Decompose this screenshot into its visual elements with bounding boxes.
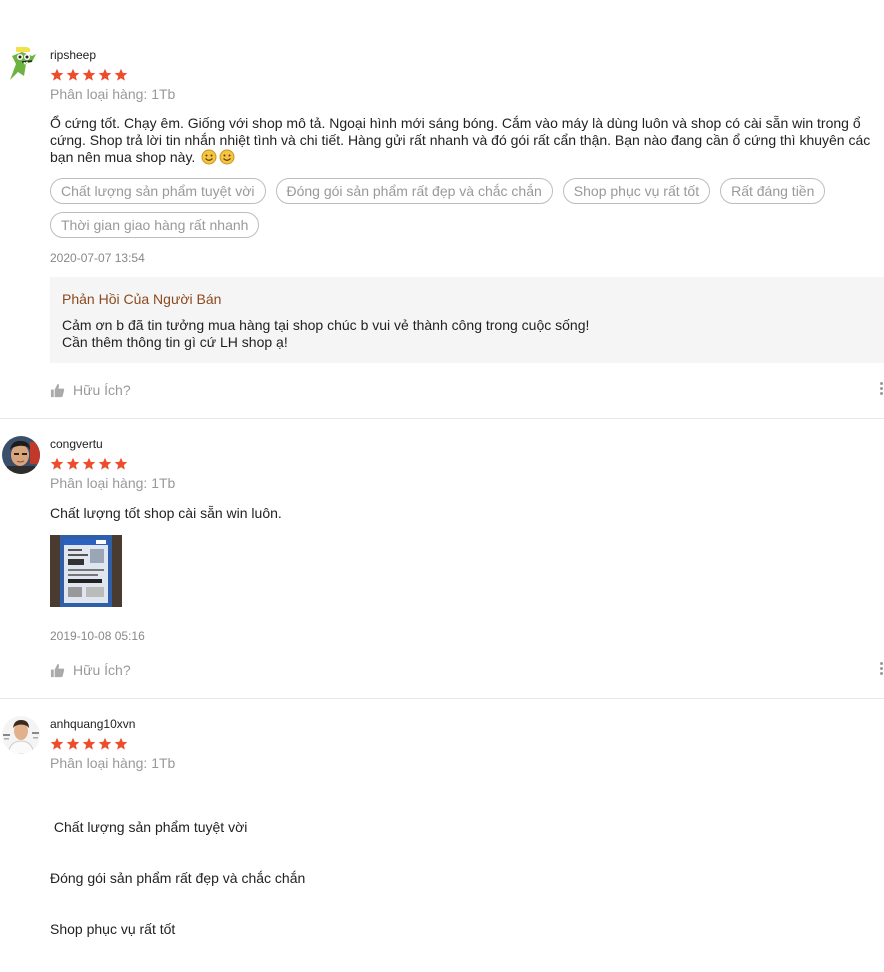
star-icon: [50, 68, 64, 81]
review-content-line: Shop phục vụ rất tốt: [50, 921, 176, 937]
variation-label: Phân loại hàng: 1Tb: [50, 86, 176, 102]
rating-stars: [50, 457, 128, 471]
kebab-menu-icon[interactable]: [878, 382, 884, 397]
thumbs-up-icon: [50, 663, 65, 677]
star-icon: [98, 457, 112, 470]
star-icon: [98, 68, 112, 81]
rating-stars: [50, 68, 128, 82]
review-divider: [0, 418, 884, 419]
variation-label: Phân loại hàng: 1Tb: [50, 475, 176, 491]
kebab-menu-icon[interactable]: [878, 662, 884, 677]
smiley-emoji-icon: [219, 149, 235, 165]
review-photo[interactable]: [50, 535, 122, 607]
review-date: 2020-07-07 13:54: [50, 251, 145, 265]
star-icon: [50, 737, 64, 750]
helpful-label: Hữu Ích?: [73, 382, 131, 398]
star-icon: [114, 457, 128, 470]
star-icon: [66, 68, 80, 81]
review-tag: Chất lượng sản phẩm tuyệt vời: [50, 178, 266, 204]
seller-reply-line: Cảm ơn b đã tin tưởng mua hàng tại shop …: [62, 317, 590, 333]
review-tag: Rất đáng tiền: [720, 178, 826, 204]
variation-label: Phân loại hàng: 1Tb: [50, 755, 176, 771]
review-text: Ổ cứng tốt. Chạy êm. Giống với shop mô t…: [50, 115, 871, 165]
review-username[interactable]: anhquang10xvn: [50, 717, 135, 731]
star-icon: [98, 737, 112, 750]
review-content: Ổ cứng tốt. Chạy êm. Giống với shop mô t…: [50, 115, 880, 166]
review-content: Chất lượng tốt shop cài sẵn win luôn.: [50, 505, 282, 521]
review-tag: Thời gian giao hàng rất nhanh: [50, 212, 260, 238]
review-content-line: Đóng gói sản phẩm rất đẹp và chắc chắn: [50, 870, 306, 886]
star-icon: [66, 457, 80, 470]
star-icon: [82, 68, 96, 81]
smiley-emoji-icon: [201, 149, 217, 165]
review-content-line: Chất lượng sản phẩm tuyệt vời: [50, 819, 248, 835]
seller-reply-title: Phản Hồi Của Người Bán: [62, 291, 222, 307]
review-username[interactable]: ripsheep: [50, 48, 96, 62]
review-content: Chất lượng sản phẩm tuyệt vời Đóng gói s…: [50, 785, 880, 972]
thumbs-up-icon: [50, 383, 65, 397]
review-divider: [0, 698, 884, 699]
review-date: 2019-10-08 05:16: [50, 629, 145, 643]
star-icon: [82, 457, 96, 470]
seller-reply-line: Cần thêm thông tin gì cứ LH shop ạ!: [62, 334, 288, 350]
helpful-button[interactable]: Hữu Ích?: [50, 662, 131, 678]
review-tags: Chất lượng sản phẩm tuyệt vời Đóng gói s…: [50, 178, 880, 238]
star-icon: [50, 457, 64, 470]
avatar[interactable]: [2, 46, 40, 84]
star-icon: [66, 737, 80, 750]
seller-reply: Phản Hồi Của Người Bán Cảm ơn b đã tin t…: [50, 277, 884, 363]
star-icon: [114, 737, 128, 750]
rating-stars: [50, 737, 128, 751]
star-icon: [82, 737, 96, 750]
review-username[interactable]: congvertu: [50, 437, 103, 451]
avatar[interactable]: [2, 716, 40, 754]
review-tag: Shop phục vụ rất tốt: [562, 178, 711, 204]
helpful-label: Hữu Ích?: [73, 662, 131, 678]
avatar[interactable]: [2, 436, 40, 474]
helpful-button[interactable]: Hữu Ích?: [50, 382, 131, 398]
review-tag: Đóng gói sản phẩm rất đẹp và chắc chắn: [275, 178, 553, 204]
star-icon: [114, 68, 128, 81]
seller-reply-text: Cảm ơn b đã tin tưởng mua hàng tại shop …: [62, 317, 589, 351]
